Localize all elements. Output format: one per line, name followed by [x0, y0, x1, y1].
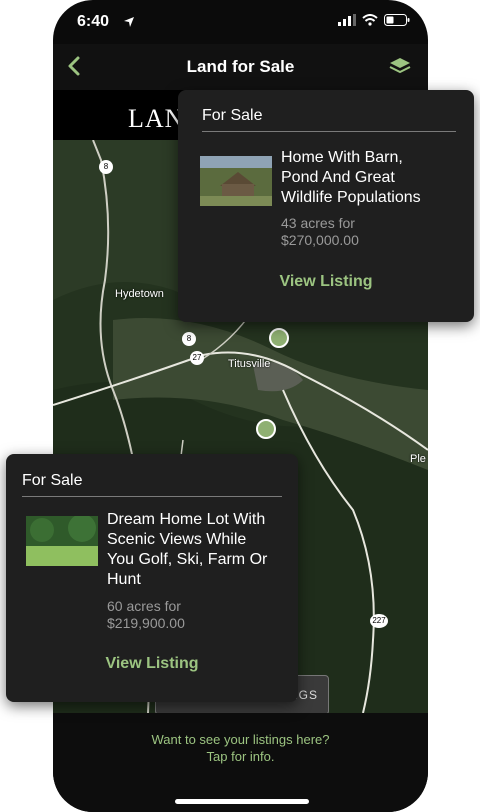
- battery-icon: [384, 14, 410, 26]
- card-heading: For Sale: [22, 472, 282, 497]
- listing-title-line: Scenic Views While: [107, 531, 247, 548]
- listing-acres: 43 acres for: [281, 215, 355, 231]
- listing-title-line: Home With Barn,: [281, 149, 403, 166]
- status-time: 6:40: [77, 13, 110, 30]
- listing-thumbnail: [26, 516, 98, 566]
- view-listing-link[interactable]: View Listing: [178, 273, 474, 291]
- banner-logo-text: LAN: [128, 104, 185, 133]
- listing-title-line: Wildlife Populations: [281, 189, 421, 206]
- road-shield: 27: [190, 351, 204, 365]
- home-indicator: [175, 799, 309, 804]
- page-title: Land for Sale: [186, 57, 295, 76]
- listing-card[interactable]: For Sale Home With Barn, Pond And Great …: [178, 90, 474, 322]
- wifi-icon: [362, 14, 378, 26]
- map-label-pleasantville: Ple: [410, 453, 426, 465]
- listing-title: Dream Home Lot With Scenic Views While Y…: [107, 510, 292, 590]
- listing-card[interactable]: For Sale Dream Home Lot With Scenic View…: [6, 454, 298, 702]
- listing-acres: 60 acres for: [107, 598, 181, 614]
- road-shield: 227: [370, 614, 388, 628]
- listing-price: 43 acres for $270,000.00: [281, 215, 359, 249]
- status-icons: [338, 14, 410, 26]
- layers-icon[interactable]: [388, 54, 412, 78]
- signal-icon: [338, 14, 356, 26]
- map-label-titusville: Titusville: [228, 358, 271, 370]
- listing-thumbnail: [200, 156, 272, 206]
- listing-title-line: Pond And Great: [281, 169, 395, 186]
- map-pin[interactable]: [257, 420, 275, 438]
- view-listing-link[interactable]: View Listing: [6, 655, 298, 673]
- listing-info-text[interactable]: Want to see your listings here? Tap for …: [53, 731, 428, 765]
- listing-price: 60 acres for $219,900.00: [107, 598, 185, 632]
- location-arrow-icon: [124, 17, 134, 27]
- listing-amount: $219,900.00: [107, 615, 185, 631]
- listing-title-line: Dream Home Lot With: [107, 511, 266, 528]
- listing-info-line2: Tap for info.: [206, 749, 275, 764]
- listing-title-line: Hunt: [107, 571, 141, 588]
- road-shield: 8: [182, 332, 196, 346]
- map-pin[interactable]: [270, 329, 288, 347]
- listing-amount: $270,000.00: [281, 232, 359, 248]
- listing-info-line1: Want to see your listings here?: [151, 732, 330, 747]
- listing-title-line: You Golf, Ski, Farm Or: [107, 551, 268, 568]
- status-bar: 6:40: [53, 0, 428, 44]
- listing-title: Home With Barn, Pond And Great Wildlife …: [281, 148, 467, 208]
- nav-bar: Land for Sale: [53, 44, 428, 90]
- road-shield: 8: [99, 160, 113, 174]
- card-heading: For Sale: [202, 107, 456, 132]
- listing-info-bar[interactable]: Want to see your listings here? Tap for …: [53, 713, 428, 812]
- map-label-hydetown: Hydetown: [115, 288, 164, 300]
